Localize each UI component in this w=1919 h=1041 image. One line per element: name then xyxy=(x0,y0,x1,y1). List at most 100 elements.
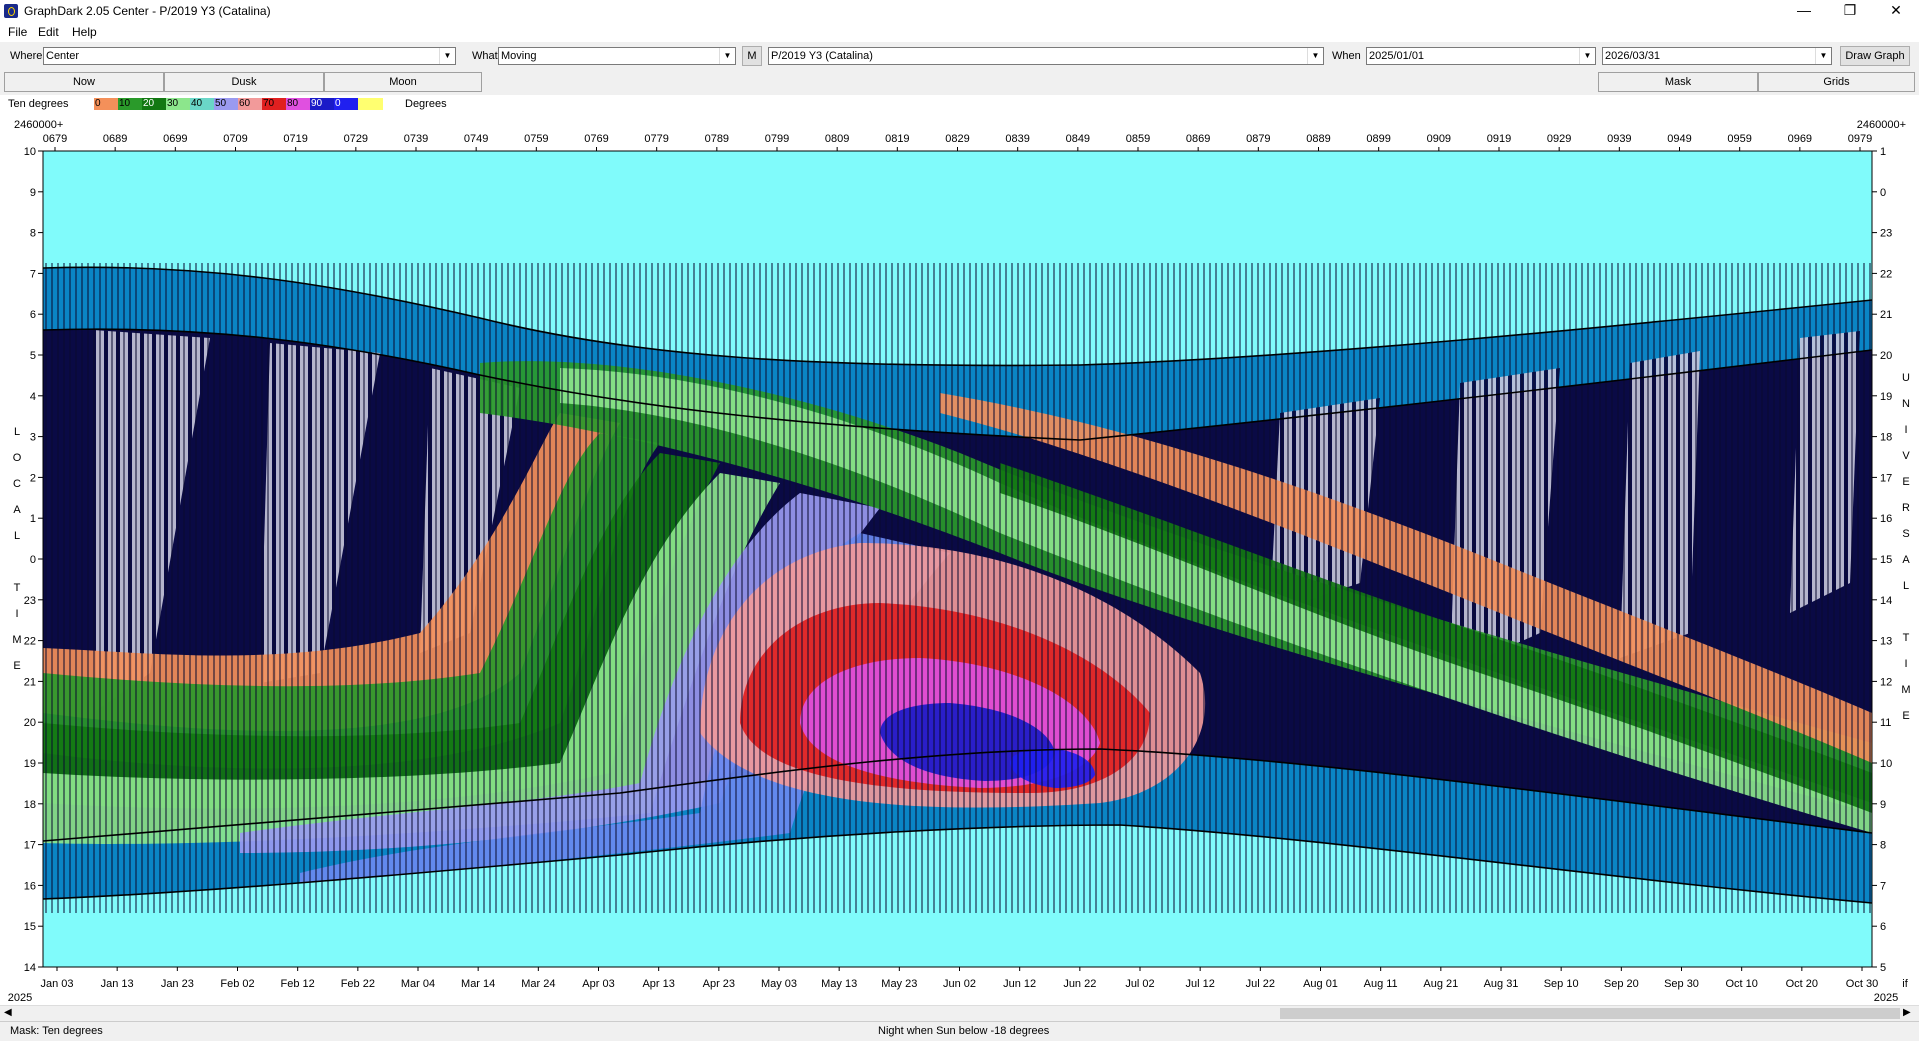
scroll-left-icon[interactable]: ◀ xyxy=(4,1007,12,1018)
close-icon[interactable]: ✕ xyxy=(1873,0,1919,22)
daily-stripe xyxy=(369,263,371,913)
scrollbar-thumb[interactable] xyxy=(1280,1008,1900,1019)
date-tick-label: May 03 xyxy=(761,978,797,990)
daily-stripe xyxy=(615,263,617,913)
y2-axis-title-letter: A xyxy=(1902,554,1910,566)
daily-stripe xyxy=(1053,263,1055,913)
daily-stripe xyxy=(771,263,773,913)
date-from-select[interactable]: 2025/01/01 ▼ xyxy=(1366,47,1596,65)
legend-unit: Degrees xyxy=(405,98,447,110)
dusk-button[interactable]: Dusk xyxy=(164,72,324,92)
jd-tick-label: 0789 xyxy=(705,133,729,145)
daily-stripe xyxy=(1713,263,1715,913)
y2-axis-title-letter: E xyxy=(1902,710,1909,722)
daily-stripe xyxy=(51,263,53,913)
daily-stripe xyxy=(309,263,311,913)
daily-stripe xyxy=(1401,263,1403,913)
daily-stripe xyxy=(1857,263,1859,913)
maximize-icon[interactable]: ❐ xyxy=(1827,0,1873,22)
daily-stripe xyxy=(1653,263,1655,913)
date-tick-label: Oct 30 xyxy=(1846,978,1878,990)
daily-stripe xyxy=(1839,263,1841,913)
now-button[interactable]: Now xyxy=(4,72,164,92)
chevron-down-icon[interactable]: ▼ xyxy=(439,48,455,64)
daily-stripe xyxy=(1077,263,1079,913)
jd-tick-label: 0939 xyxy=(1607,133,1631,145)
what-select[interactable]: Moving ▼ xyxy=(498,47,736,65)
daily-stripe xyxy=(561,263,563,913)
y-tick-label: 18 xyxy=(24,799,36,811)
menu-file[interactable]: File xyxy=(8,25,27,39)
y2-axis-title-letter: I xyxy=(1904,658,1907,670)
daily-stripe xyxy=(723,263,725,913)
horizontal-scrollbar[interactable]: ◀ ▶ xyxy=(0,1005,1919,1022)
chevron-down-icon[interactable]: ▼ xyxy=(1579,48,1595,64)
y2-tick-label: 8 xyxy=(1880,840,1886,852)
daily-stripe xyxy=(1443,263,1445,913)
daily-stripe xyxy=(861,263,863,913)
daily-stripe xyxy=(1833,263,1835,913)
menu-edit[interactable]: Edit xyxy=(38,25,59,39)
y2-axis-title-letter: N xyxy=(1902,398,1910,410)
daily-stripe xyxy=(1095,263,1097,913)
daily-stripe xyxy=(549,263,551,913)
daily-stripe xyxy=(1431,263,1433,913)
end-marker-label: if xyxy=(1902,978,1908,990)
daily-stripe xyxy=(285,263,287,913)
status-night-definition: Night when Sun below -18 degrees xyxy=(878,1025,1050,1037)
daily-stripe xyxy=(237,263,239,913)
daily-stripe xyxy=(1491,263,1493,913)
daily-stripe xyxy=(1005,263,1007,913)
y-tick-label: 10 xyxy=(24,146,36,158)
daily-stripe xyxy=(1821,263,1823,913)
daily-stripe xyxy=(1521,263,1523,913)
jd-tick-label: 0879 xyxy=(1246,133,1270,145)
daily-stripe xyxy=(495,263,497,913)
mask-button[interactable]: Mask xyxy=(1598,72,1758,92)
daily-stripe xyxy=(1293,263,1295,913)
y2-tick-label: 12 xyxy=(1880,676,1892,688)
moon-button[interactable]: Moon xyxy=(324,72,482,92)
daily-stripe xyxy=(1659,263,1661,913)
window-title: GraphDark 2.05 Center - P/2019 Y3 (Catal… xyxy=(24,4,271,18)
menu-help[interactable]: Help xyxy=(72,25,97,39)
darkness-chart[interactable]: 1098765432102322212019181716151410232221… xyxy=(0,113,1919,1005)
date-tick-label: Feb 02 xyxy=(220,978,254,990)
object-select[interactable]: P/2019 Y3 (Catalina) ▼ xyxy=(768,47,1324,65)
daily-stripe xyxy=(1515,263,1517,913)
scroll-right-icon[interactable]: ▶ xyxy=(1903,1007,1911,1018)
jd-tick-label: 0979 xyxy=(1848,133,1872,145)
daily-stripe xyxy=(321,263,323,913)
daily-stripe xyxy=(1365,263,1367,913)
daily-stripe xyxy=(519,263,521,913)
daily-stripe xyxy=(327,263,329,913)
chevron-down-icon[interactable]: ▼ xyxy=(719,48,735,64)
daily-stripe xyxy=(429,263,431,913)
chevron-down-icon[interactable]: ▼ xyxy=(1307,48,1323,64)
daily-stripe xyxy=(315,263,317,913)
jd-tick-label: 0809 xyxy=(825,133,849,145)
daily-stripe xyxy=(1341,263,1343,913)
draw-graph-button[interactable]: Draw Graph xyxy=(1840,46,1910,66)
daily-stripe xyxy=(57,263,59,913)
y2-tick-label: 7 xyxy=(1880,880,1886,892)
where-select[interactable]: Center ▼ xyxy=(43,47,456,65)
daily-stripe xyxy=(507,263,509,913)
where-value: Center xyxy=(46,50,80,62)
daily-stripe xyxy=(741,263,743,913)
date-to-select[interactable]: 2026/03/31 ▼ xyxy=(1602,47,1832,65)
daily-stripe xyxy=(987,263,989,913)
daily-stripe xyxy=(291,263,293,913)
chevron-down-icon[interactable]: ▼ xyxy=(1815,48,1831,64)
daily-stripe xyxy=(1215,263,1217,913)
minimize-icon[interactable]: — xyxy=(1781,0,1827,22)
daily-stripe xyxy=(1479,263,1481,913)
grids-button[interactable]: Grids xyxy=(1758,72,1915,92)
daily-stripe xyxy=(1641,263,1643,913)
daily-stripe xyxy=(1707,263,1709,913)
daily-stripe xyxy=(981,263,983,913)
y-tick-label: 5 xyxy=(30,350,36,362)
daily-stripe xyxy=(1023,263,1025,913)
daily-stripe xyxy=(1719,263,1721,913)
m-button[interactable]: M xyxy=(742,46,762,66)
